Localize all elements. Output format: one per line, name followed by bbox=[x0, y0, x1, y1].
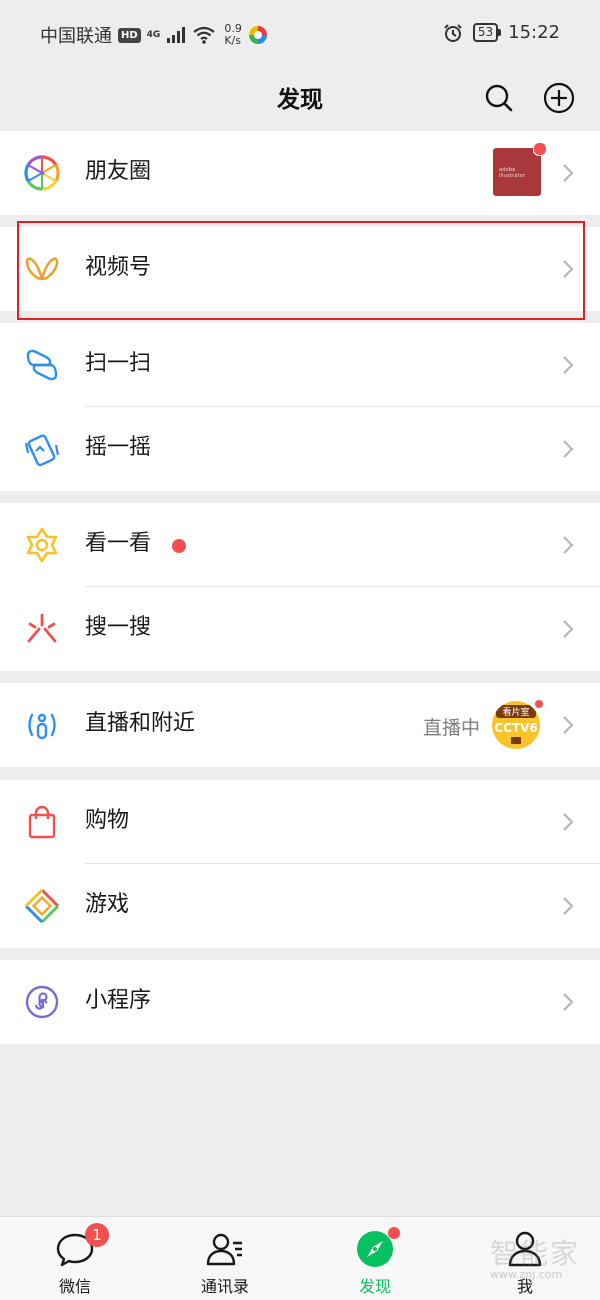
discover-new-dot bbox=[388, 1227, 400, 1239]
shake-label: 摇一摇 bbox=[85, 435, 152, 460]
shopping-label: 购物 bbox=[85, 808, 130, 833]
tab-discover[interactable]: 发现 bbox=[300, 1225, 450, 1296]
chevron-right-icon bbox=[563, 440, 574, 458]
moments-thumbnail-text: adobe illustrator bbox=[499, 167, 526, 179]
app-notification-icon bbox=[248, 26, 267, 44]
chevron-right-icon bbox=[563, 620, 574, 638]
group-mini-programs: 小程序 bbox=[0, 960, 600, 1044]
search-button[interactable] bbox=[479, 78, 519, 118]
list-item-shopping[interactable]: 购物 bbox=[0, 780, 600, 864]
contacts-icon bbox=[206, 1233, 242, 1266]
group-channels: 视频号 bbox=[0, 227, 600, 311]
list-item-search[interactable]: 搜一搜 bbox=[0, 587, 600, 671]
scan-label: 扫一扫 bbox=[85, 351, 152, 376]
tab-contacts-label: 通讯录 bbox=[200, 1277, 249, 1296]
group-moments: 朋友圈 adobe illustrator bbox=[0, 131, 600, 215]
list-item-scan[interactable]: 扫一扫 bbox=[0, 323, 600, 407]
battery-indicator: 53 bbox=[472, 23, 502, 42]
scan-icon bbox=[26, 349, 58, 381]
mini-programs-label: 小程序 bbox=[85, 988, 152, 1013]
signal-icon bbox=[167, 27, 186, 43]
plus-circle-icon bbox=[543, 82, 575, 114]
alarm-icon bbox=[444, 23, 462, 42]
moments-new-dot bbox=[533, 142, 547, 156]
group-top-stories-search: 看一看 搜一搜 bbox=[0, 503, 600, 671]
network-type: 4G bbox=[146, 29, 161, 40]
chevron-right-icon bbox=[563, 813, 574, 831]
games-icon bbox=[24, 888, 60, 924]
clock: 15:22 bbox=[508, 22, 560, 43]
moments-aperture-icon bbox=[24, 155, 60, 191]
carrier-name: 中国联通 bbox=[40, 26, 112, 47]
search-icon bbox=[485, 84, 513, 112]
live-nearby-icon bbox=[28, 713, 56, 740]
list-item-moments[interactable]: 朋友圈 adobe illustrator bbox=[0, 131, 600, 215]
group-live: 直播和附近 直播中 看片室 CCTV6 bbox=[0, 683, 600, 767]
wifi-icon bbox=[193, 26, 216, 44]
top-stories-icon bbox=[26, 527, 58, 563]
games-label: 游戏 bbox=[85, 892, 130, 917]
list-item-live-nearby[interactable]: 直播和附近 直播中 看片室 CCTV6 bbox=[0, 683, 600, 767]
live-thumbnail-main-text: CCTV6 bbox=[494, 721, 538, 735]
hd-badge: HD bbox=[118, 27, 141, 43]
tab-me[interactable]: 我 bbox=[450, 1225, 600, 1296]
live-thumbnail-logo bbox=[511, 737, 521, 744]
profile-icon bbox=[508, 1231, 542, 1267]
chevron-right-icon bbox=[563, 897, 574, 915]
mini-programs-icon bbox=[25, 985, 59, 1019]
list-item-shake[interactable]: 摇一摇 bbox=[0, 407, 600, 491]
tab-discover-label: 发现 bbox=[358, 1277, 391, 1296]
new-content-dot bbox=[172, 539, 186, 553]
live-indicator-dot bbox=[532, 697, 546, 711]
group-shopping-games: 购物 游戏 bbox=[0, 780, 600, 948]
shake-phone-icon bbox=[24, 434, 60, 467]
speed-unit: K/s bbox=[224, 34, 241, 47]
list-item-top-stories[interactable]: 看一看 bbox=[0, 503, 600, 587]
add-button[interactable] bbox=[539, 78, 579, 118]
moments-thumbnail: adobe illustrator bbox=[493, 142, 547, 196]
live-thumbnail-top-text: 看片室 bbox=[496, 705, 536, 718]
search-label: 搜一搜 bbox=[85, 615, 152, 640]
tab-me-label: 我 bbox=[516, 1277, 533, 1296]
moments-label: 朋友圈 bbox=[85, 159, 152, 184]
top-stories-label: 看一看 bbox=[85, 531, 152, 556]
channels-label: 视频号 bbox=[85, 255, 152, 280]
tab-chats[interactable]: 1 微信 bbox=[0, 1223, 150, 1296]
chevron-right-icon bbox=[563, 164, 574, 182]
group-scan-shake: 扫一扫 摇一摇 bbox=[0, 323, 600, 491]
list-item-channels[interactable]: 视频号 bbox=[0, 227, 600, 311]
network-speed: 0.9 K/s bbox=[224, 23, 242, 47]
list-item-mini-programs[interactable]: 小程序 bbox=[0, 960, 600, 1044]
live-status-text: 直播中 bbox=[422, 717, 480, 739]
live-nearby-label: 直播和附近 bbox=[85, 711, 196, 736]
list-item-games[interactable]: 游戏 bbox=[0, 864, 600, 948]
chevron-right-icon bbox=[563, 716, 574, 734]
chevron-right-icon bbox=[563, 260, 574, 278]
unread-badge: 1 bbox=[85, 1223, 109, 1247]
chevron-right-icon bbox=[563, 356, 574, 374]
shopping-bag-icon bbox=[28, 805, 56, 839]
chevron-right-icon bbox=[563, 536, 574, 554]
chevron-right-icon bbox=[563, 993, 574, 1011]
tab-chats-label: 微信 bbox=[58, 1277, 91, 1296]
nav-header: 发现 bbox=[0, 68, 600, 130]
bottom-tab-bar: 1 微信 通讯录 发现 我 bbox=[0, 1216, 600, 1300]
search-spark-icon bbox=[27, 613, 57, 643]
tab-contacts[interactable]: 通讯录 bbox=[150, 1225, 300, 1296]
status-bar: 中国联通 HD 4G 0.9 K/s 53 15:22 bbox=[0, 0, 600, 68]
channels-butterfly-icon bbox=[25, 257, 59, 281]
